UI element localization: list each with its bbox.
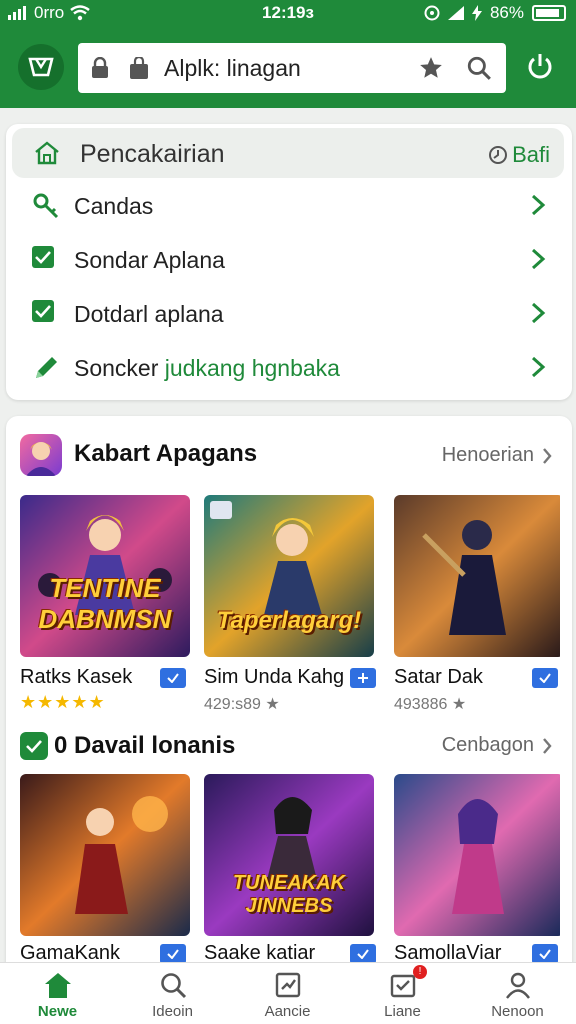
bag-icon	[130, 57, 148, 79]
poster-title: TENTINE DABNMSN	[38, 573, 172, 634]
section-see-more-link[interactable]: Henoerian	[442, 444, 552, 467]
poster-title: TUNEAKAK JINNEBS	[232, 872, 346, 917]
chevron-right-icon	[531, 194, 546, 216]
menu-item-soncker[interactable]: Soncker judkang hgnbaka	[6, 340, 572, 394]
install-badge[interactable]	[160, 668, 186, 688]
section-title: 0 Davail lonanis	[54, 732, 236, 759]
app-header: 0rro 12:19з 86% Alplk: linagan	[0, 0, 576, 108]
section-see-more-link[interactable]: Cenbagon	[442, 734, 552, 757]
install-badge[interactable]	[532, 668, 558, 688]
menu-item-dotdarl-aplana[interactable]: Dotdarl aplana	[6, 286, 572, 340]
nav-label: Liane	[384, 1003, 421, 1020]
battery-percent: 86%	[489, 3, 524, 22]
pencil-icon	[36, 357, 57, 378]
apps-card: Kabart Apagans Henoerian TENTINE DABNMSN…	[6, 416, 572, 976]
app-poster[interactable]	[20, 774, 190, 936]
shopping-bag-icon	[28, 57, 54, 77]
checkbox-icon[interactable]	[32, 246, 54, 268]
section-avatar	[20, 434, 62, 476]
app-poster[interactable]: Taperlagarg!	[204, 495, 374, 657]
app-poster[interactable]	[394, 495, 564, 657]
nav-label: Aancie	[264, 1003, 311, 1020]
nav-label: Newe	[37, 1003, 78, 1020]
menu-item-label: Dotdarl aplana	[74, 301, 224, 327]
chevron-right-icon	[531, 248, 546, 270]
star-icon[interactable]	[418, 55, 444, 81]
check-icon	[167, 949, 179, 959]
menu-header[interactable]: Pencakairian Bafi	[12, 128, 564, 178]
chart-icon	[275, 972, 301, 998]
menu-item-label: Soncker judkang hgnbaka	[74, 355, 340, 381]
app-downloads: 493886 ★	[394, 696, 467, 713]
clock-icon	[489, 146, 508, 164]
menu-item-candas[interactable]: Candas	[6, 178, 572, 232]
alarm-icon	[424, 5, 440, 21]
checkbox-icon[interactable]	[32, 300, 54, 322]
plus-icon	[358, 673, 368, 683]
app-poster[interactable]	[394, 774, 564, 936]
nav-activity[interactable]: Aancie	[230, 963, 345, 1024]
status-bar: 0rro 12:19з 86%	[0, 0, 576, 28]
charging-icon	[471, 5, 482, 21]
search-icon[interactable]	[466, 55, 492, 81]
app-name[interactable]: Satar Dak	[394, 666, 483, 689]
notification-badge: !	[413, 965, 427, 979]
chevron-right-icon	[543, 447, 552, 464]
app-poster[interactable]: TENTINE DABNMSN	[20, 495, 190, 657]
nav-home[interactable]: Newe	[0, 963, 115, 1024]
nav-label: Nenoon	[491, 1003, 544, 1020]
store-logo[interactable]	[18, 44, 64, 90]
bottom-nav: Newe Ideoin Aancie ! Liane Nenoon	[0, 962, 576, 1024]
app-downloads: 429:s89 ★	[204, 696, 280, 713]
section-check-icon	[20, 732, 48, 760]
url-text[interactable]: Alplk: linagan	[164, 55, 301, 82]
install-badge[interactable]	[160, 944, 186, 964]
check-icon	[167, 673, 179, 683]
menu-item-label: Candas	[74, 193, 154, 219]
chevron-right-icon	[543, 737, 552, 754]
section-title: Kabart Apagans	[74, 440, 258, 467]
home-icon	[35, 141, 59, 165]
menu-header-title: Pencakairian	[80, 140, 225, 168]
check-icon	[539, 673, 551, 683]
search-icon	[161, 973, 187, 999]
chevron-right-icon	[531, 356, 546, 378]
app-poster[interactable]: TUNEAKAK JINNEBS	[204, 774, 374, 936]
menu-card: Pencakairian Bafi Candas Sondar Aplana D…	[6, 124, 572, 400]
check-icon	[539, 949, 551, 959]
key-icon	[33, 193, 59, 219]
menu-header-action[interactable]: Bafi	[488, 142, 550, 168]
nav-inbox[interactable]: ! Liane	[345, 963, 460, 1024]
menu-item-sondar-aplana[interactable]: Sondar Aplana	[6, 232, 572, 286]
nav-search[interactable]: Ideoin	[115, 963, 230, 1024]
nav-profile[interactable]: Nenoon	[460, 963, 575, 1024]
battery-icon	[532, 5, 566, 21]
home-icon	[45, 973, 71, 998]
app-name[interactable]: Ratks Kasek	[20, 666, 132, 689]
rating-stars: ★★★★★	[20, 692, 106, 712]
signal-strength-icon	[447, 6, 464, 20]
check-icon	[357, 949, 369, 959]
install-badge[interactable]	[532, 944, 558, 964]
power-icon	[528, 54, 552, 79]
app-name[interactable]: Sim Unda Kahg	[204, 666, 344, 689]
install-badge[interactable]	[350, 944, 376, 964]
url-bar[interactable]: Alplk: linagan	[78, 43, 506, 93]
lock-icon	[92, 57, 108, 78]
profile-icon	[506, 972, 530, 999]
nav-label: Ideoin	[152, 1003, 193, 1020]
menu-item-label: Sondar Aplana	[74, 247, 225, 273]
install-badge[interactable]	[350, 668, 376, 688]
chevron-right-icon	[531, 302, 546, 324]
poster-title: Taperlagarg!	[216, 607, 362, 634]
menu-header-action-label: Bafi	[512, 142, 550, 167]
power-button[interactable]	[522, 48, 558, 84]
